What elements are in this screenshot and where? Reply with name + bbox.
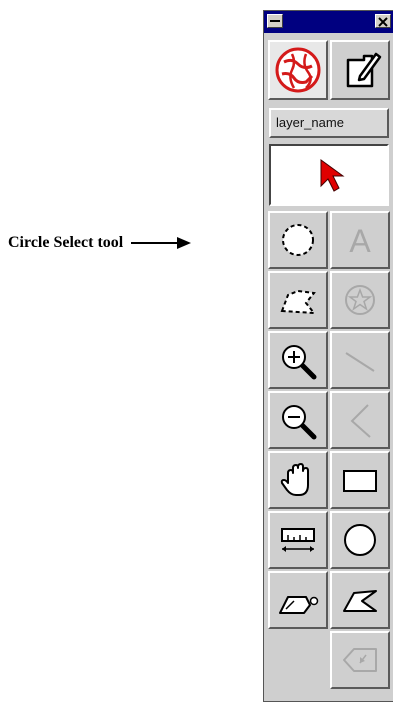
- delete-vertex-tool[interactable]: [330, 631, 390, 689]
- circle-draw-icon: [344, 524, 376, 556]
- zoom-out-tool[interactable]: [268, 391, 328, 449]
- edit-mode-button[interactable]: [330, 40, 390, 100]
- polyline-tool[interactable]: [330, 391, 390, 449]
- zoom-out-icon: [282, 405, 317, 440]
- delete-vertex-icon: [343, 648, 377, 672]
- hand-pan-icon: [280, 463, 309, 496]
- polygon-select-icon: [280, 289, 317, 315]
- circle-select-tool[interactable]: [268, 211, 328, 269]
- polyline-icon: [350, 404, 371, 438]
- text-tool-label: A: [349, 223, 371, 259]
- circle-select-icon: [282, 224, 314, 256]
- polygon-select-tool[interactable]: [268, 271, 328, 329]
- tool-palette-window: layer_name A: [263, 10, 393, 702]
- zoom-in-tool[interactable]: [268, 331, 328, 389]
- close-icon: [378, 17, 388, 27]
- star-circle-tool[interactable]: [330, 271, 390, 329]
- star-circle-icon: [345, 285, 375, 315]
- layer-name-field[interactable]: layer_name: [269, 108, 389, 138]
- eraser-icon: [279, 596, 319, 614]
- pointer-arrow-icon: [320, 159, 345, 192]
- line-icon: [345, 352, 375, 372]
- rectangle-icon: [343, 470, 377, 492]
- pan-tool[interactable]: [268, 451, 328, 509]
- map-mode-button[interactable]: [268, 40, 328, 100]
- rectangle-tool[interactable]: [330, 451, 390, 509]
- zoom-in-icon: [282, 345, 317, 380]
- callout-arrow: [131, 237, 192, 249]
- layer-name-label: layer_name: [276, 115, 344, 130]
- current-tool-preview: [269, 144, 389, 206]
- close-button[interactable]: [375, 14, 391, 28]
- measure-tool[interactable]: [268, 511, 328, 569]
- text-icon: A: [349, 223, 371, 259]
- palette-titlebar[interactable]: [264, 11, 393, 33]
- window-menu-button[interactable]: [267, 14, 283, 28]
- measure-ruler-icon: [281, 528, 315, 552]
- edit-document-icon: [346, 52, 382, 88]
- globe-icon: [275, 47, 321, 93]
- line-tool[interactable]: [330, 331, 390, 389]
- circle-draw-tool[interactable]: [330, 511, 390, 569]
- callout-label: Circle Select tool: [8, 234, 124, 251]
- circle-select-callout: Circle Select tool: [8, 232, 193, 254]
- polygon-draw-icon: [343, 590, 377, 612]
- polygon-draw-tool[interactable]: [330, 571, 390, 629]
- text-tool[interactable]: A: [330, 211, 390, 269]
- eraser-tool[interactable]: [268, 571, 328, 629]
